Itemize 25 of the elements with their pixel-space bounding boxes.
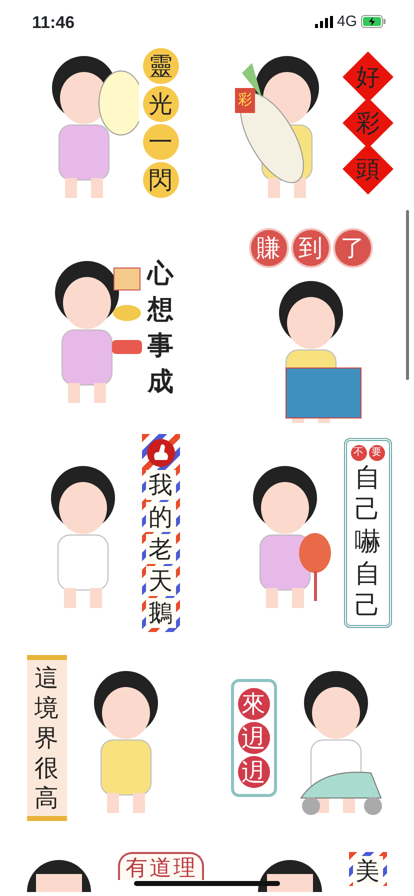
radish-label: 彩 xyxy=(235,88,255,113)
caption-character: 天 xyxy=(146,566,176,596)
goose-icon xyxy=(146,438,176,468)
sticker-caption: 賺 到 了 xyxy=(248,228,372,268)
caption-character: 自 xyxy=(354,558,382,588)
caption-character: 鵝 xyxy=(146,598,176,628)
caption-character: 嚇 xyxy=(354,526,382,556)
caption-character: 自 xyxy=(354,462,382,492)
sticker-caption: 這 境 界 很 高 xyxy=(26,654,66,820)
sticker-caption: 有道理 xyxy=(118,852,204,880)
network-type: 4G xyxy=(336,14,357,29)
sticker-caption: 心 想 事 成 xyxy=(146,258,175,398)
sticker-caption: 來 迌 迌 xyxy=(230,678,276,796)
caption-character: 己 xyxy=(354,494,382,524)
caption-character: 老 xyxy=(146,534,176,564)
caption-character: 我 xyxy=(146,470,176,500)
signal-icon xyxy=(314,16,333,28)
battery-charging-icon xyxy=(361,15,386,28)
caption-character: 己 xyxy=(354,590,382,620)
caption-seal: 要 xyxy=(368,444,384,460)
status-time: 11:46 xyxy=(32,14,75,31)
sticker-caption: 靈 光 一 閃 xyxy=(142,48,178,198)
caption-character: 的 xyxy=(146,502,176,532)
caption-seal: 不 xyxy=(350,444,366,460)
sticker-caption: 美 xyxy=(348,852,386,886)
